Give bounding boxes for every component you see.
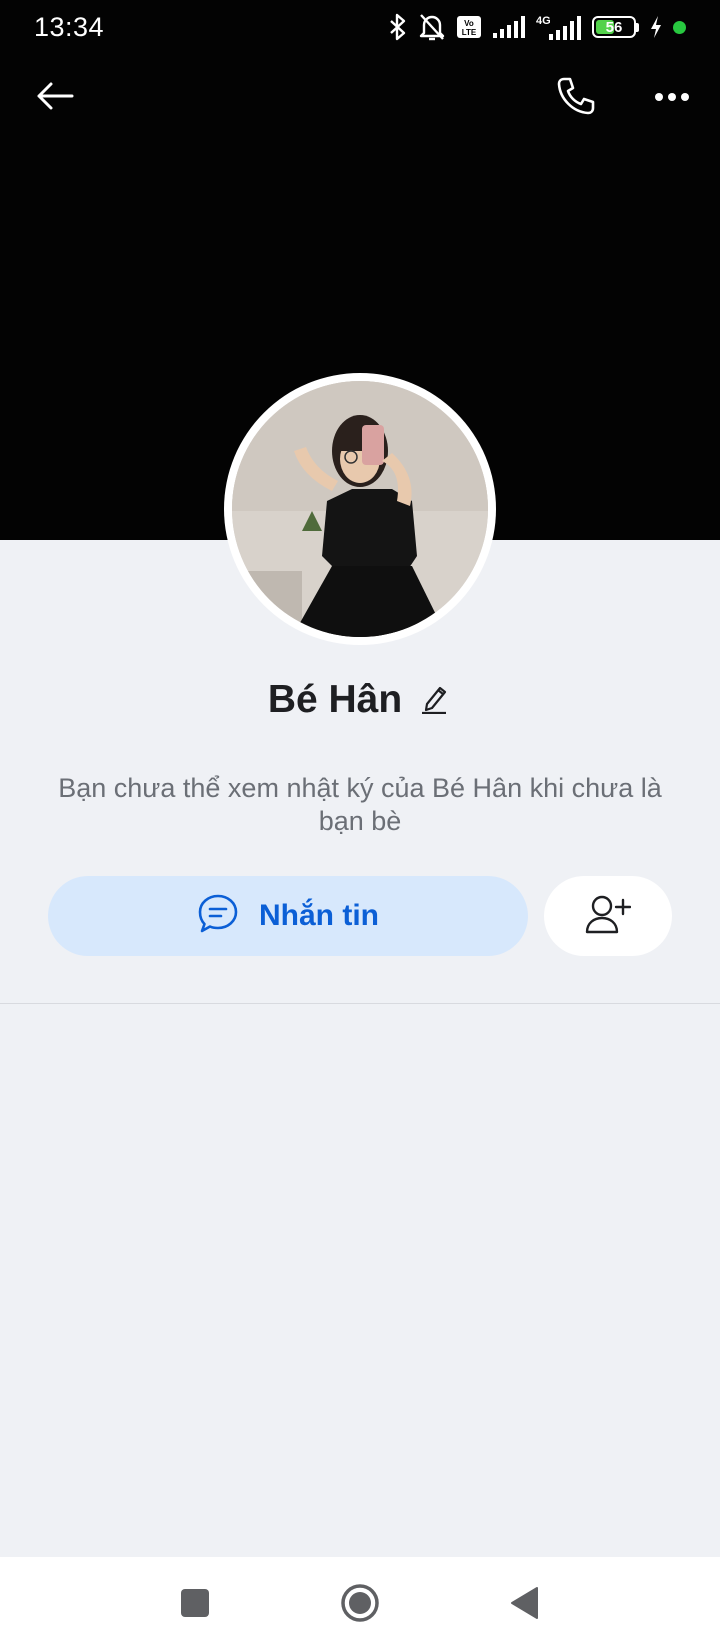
signal-4g-icon: 4G [536, 13, 582, 41]
status-time: 13:34 [34, 12, 105, 42]
edit-name-button[interactable] [420, 682, 452, 718]
divider [0, 1003, 720, 1004]
battery-percent: 56 [605, 18, 623, 36]
call-button[interactable] [548, 70, 604, 126]
phone-icon [556, 76, 596, 121]
status-bar: 13:34 Vo LTE 4G 56 [0, 0, 720, 54]
charging-icon [649, 15, 663, 39]
svg-text:Vo: Vo [464, 19, 474, 28]
more-icon [654, 89, 690, 107]
avatar-photo [232, 381, 488, 637]
message-button[interactable]: Nhắn tin [48, 876, 528, 956]
profile-name: Bé Hân [267, 678, 403, 721]
svg-text:LTE: LTE [462, 28, 477, 37]
system-nav-bar [0, 1557, 720, 1650]
chat-bubble-icon [197, 893, 239, 940]
back-button[interactable] [27, 70, 83, 126]
network-label: 4G [536, 15, 551, 27]
volte-icon: Vo LTE [456, 15, 482, 39]
square-recents-icon [180, 1588, 210, 1623]
triangle-back-icon [509, 1586, 539, 1625]
active-dot-icon [673, 20, 686, 34]
bluetooth-icon [388, 12, 408, 42]
bell-off-icon [418, 12, 446, 42]
message-button-label: Nhắn tin [259, 899, 379, 932]
home-button[interactable] [332, 1577, 388, 1633]
signal-icon [492, 15, 526, 39]
recents-button[interactable] [167, 1577, 223, 1633]
back-arrow-icon [36, 81, 74, 116]
battery-icon: 56 [592, 16, 639, 38]
add-user-icon [585, 894, 632, 939]
status-icons: Vo LTE 4G 56 [388, 10, 686, 44]
avatar[interactable] [224, 373, 496, 645]
more-button[interactable] [644, 70, 700, 126]
system-back-button[interactable] [496, 1577, 552, 1633]
add-friend-button[interactable] [544, 876, 672, 956]
privacy-notice: Bạn chưa thể xem nhật ký của Bé Hân khi … [58, 773, 662, 836]
pencil-icon [420, 682, 448, 719]
profile-name-row: Bé Hân [0, 672, 720, 728]
circle-home-icon [340, 1583, 380, 1628]
